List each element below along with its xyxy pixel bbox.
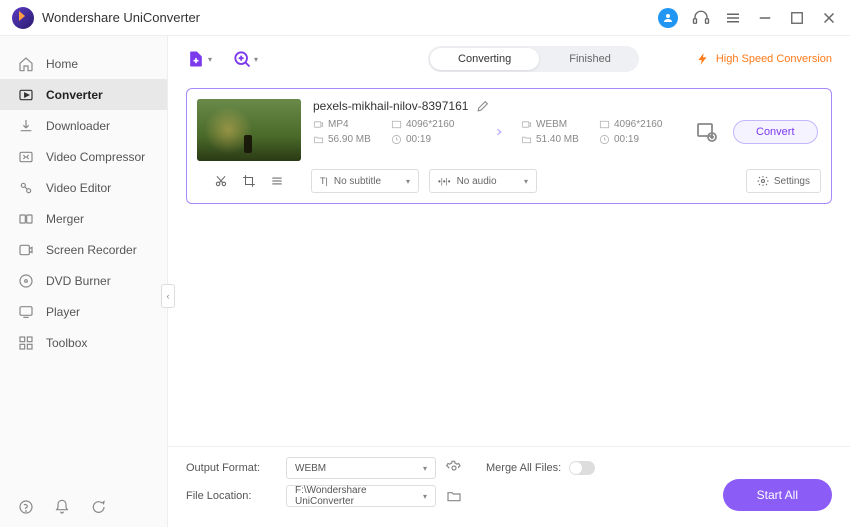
sidebar-item-compressor[interactable]: Video Compressor [0, 141, 167, 172]
audio-dropdown[interactable]: •|•|•No audio▾ [429, 169, 537, 193]
start-all-button[interactable]: Start All [723, 479, 832, 511]
headset-icon[interactable] [692, 9, 710, 27]
sidebar-item-downloader[interactable]: Downloader [0, 110, 167, 141]
output-settings-icon[interactable] [695, 120, 719, 144]
chevron-down-icon: ▾ [254, 55, 258, 64]
file-name: pexels-mikhail-nilov-8397161 [313, 99, 468, 113]
tab-group: Converting Finished [428, 46, 639, 72]
sidebar-item-toolbox[interactable]: Toolbox [0, 327, 167, 358]
add-url-button[interactable]: ▾ [232, 49, 258, 69]
clock-icon [391, 134, 402, 145]
sidebar-item-label: Video Editor [46, 181, 111, 195]
sidebar-item-converter[interactable]: Converter [0, 79, 167, 110]
sidebar-item-label: Downloader [46, 119, 110, 133]
clock-icon [599, 134, 610, 145]
app-logo-icon [12, 7, 34, 29]
merge-label: Merge All Files: [486, 462, 561, 474]
subtitle-dropdown[interactable]: T|No subtitle▾ [311, 169, 419, 193]
edit-icon[interactable] [476, 100, 489, 113]
video-icon [313, 119, 324, 130]
arrow-right-icon [487, 122, 507, 142]
editor-icon [18, 180, 34, 196]
open-folder-icon[interactable] [446, 488, 462, 504]
high-speed-conversion-link[interactable]: High Speed Conversion [696, 52, 832, 66]
dvd-icon [18, 273, 34, 289]
menu-icon[interactable] [724, 9, 742, 27]
user-avatar-icon[interactable] [658, 8, 678, 28]
file-location-label: File Location: [186, 490, 276, 502]
app-title: Wondershare UniConverter [42, 10, 200, 25]
file-location-dropdown[interactable]: F:\Wondershare UniConverter▾ [286, 485, 436, 507]
sidebar-item-recorder[interactable]: Screen Recorder [0, 234, 167, 265]
bolt-icon [696, 52, 710, 66]
player-icon [18, 304, 34, 320]
sidebar-item-dvd[interactable]: DVD Burner [0, 265, 167, 296]
sidebar-item-label: Video Compressor [46, 150, 145, 164]
effect-icon[interactable] [270, 174, 284, 188]
gear-icon [757, 175, 769, 187]
output-format-label: Output Format: [186, 462, 276, 474]
resolution-icon [599, 119, 610, 130]
minimize-icon[interactable] [756, 9, 774, 27]
sidebar-item-editor[interactable]: Video Editor [0, 172, 167, 203]
folder-icon [313, 134, 324, 145]
sidebar-item-merger[interactable]: Merger [0, 203, 167, 234]
maximize-icon[interactable] [788, 9, 806, 27]
help-icon[interactable] [18, 499, 34, 515]
output-format-dropdown[interactable]: WEBM▾ [286, 457, 436, 479]
footer: Output Format: WEBM▾ Merge All Files: Fi… [168, 446, 850, 527]
video-icon [521, 119, 532, 130]
resolution-icon [391, 119, 402, 130]
sidebar-item-player[interactable]: Player [0, 296, 167, 327]
compressor-icon [18, 149, 34, 165]
sidebar-item-label: Toolbox [46, 336, 87, 350]
sidebar: Home Converter Downloader Video Compress… [0, 36, 168, 527]
sidebar-item-label: Screen Recorder [46, 243, 137, 257]
toolbox-icon [18, 335, 34, 351]
settings-button[interactable]: Settings [746, 169, 821, 193]
video-thumbnail[interactable] [197, 99, 301, 161]
sidebar-item-label: Player [46, 305, 80, 319]
toolbar: ▾ ▾ Converting Finished High Speed Conve… [168, 40, 850, 78]
sidebar-item-label: Merger [46, 212, 84, 226]
gear-icon[interactable] [446, 460, 462, 476]
titlebar: Wondershare UniConverter [0, 0, 850, 36]
sidebar-item-label: DVD Burner [46, 274, 111, 288]
convert-button[interactable]: Convert [733, 120, 818, 144]
recorder-icon [18, 242, 34, 258]
bell-icon[interactable] [54, 499, 70, 515]
merger-icon [18, 211, 34, 227]
sidebar-item-label: Converter [46, 88, 103, 102]
converter-icon [18, 87, 34, 103]
tab-finished[interactable]: Finished [541, 46, 639, 72]
close-icon[interactable] [820, 9, 838, 27]
crop-icon[interactable] [242, 174, 256, 188]
folder-icon [521, 134, 532, 145]
tab-converting[interactable]: Converting [430, 48, 539, 70]
file-card: pexels-mikhail-nilov-8397161 MP456.90 MB… [186, 88, 832, 204]
sidebar-item-home[interactable]: Home [0, 48, 167, 79]
trim-icon[interactable] [214, 174, 228, 188]
home-icon [18, 56, 34, 72]
merge-toggle[interactable] [569, 461, 595, 475]
chevron-down-icon: ▾ [208, 55, 212, 64]
download-icon [18, 118, 34, 134]
add-file-button[interactable]: ▾ [186, 49, 212, 69]
sidebar-item-label: Home [46, 57, 78, 71]
feedback-icon[interactable] [90, 499, 106, 515]
